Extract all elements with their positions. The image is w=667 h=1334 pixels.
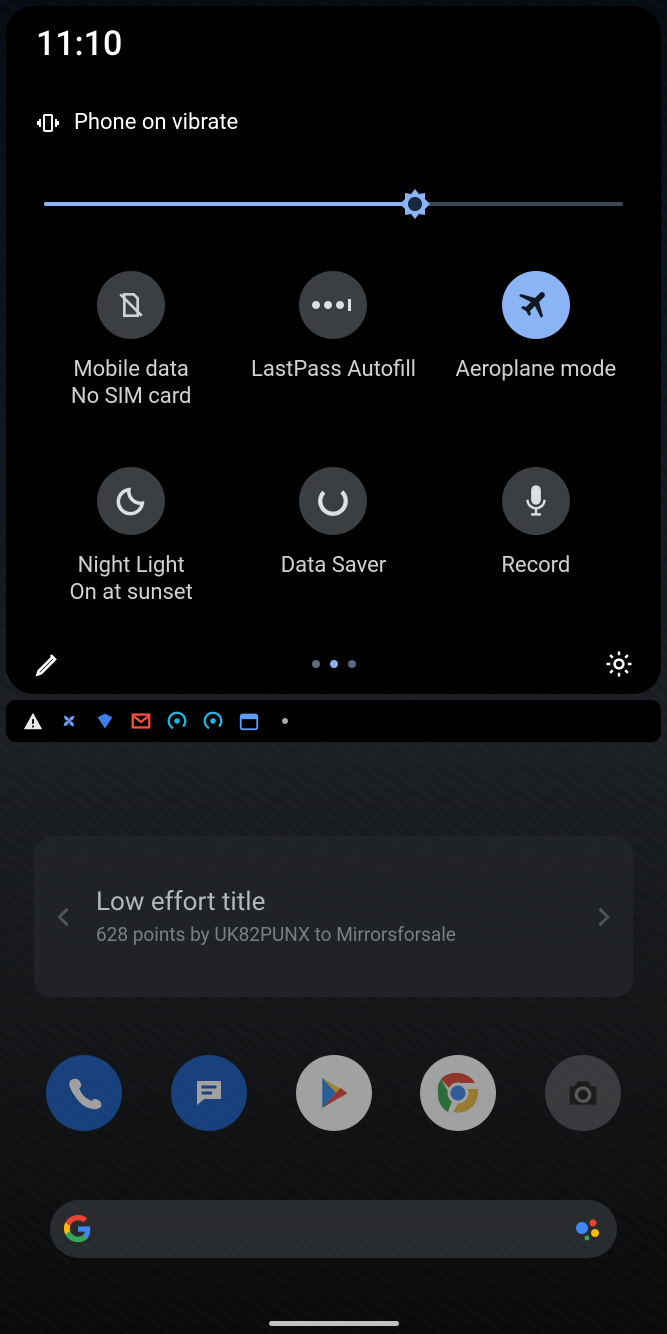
- notification-row[interactable]: Phone on vibrate: [36, 110, 637, 135]
- pencil-icon: [34, 650, 62, 678]
- tile-night-light[interactable]: Night Light On at sunset: [30, 467, 232, 605]
- tile-record[interactable]: Record: [435, 467, 637, 605]
- brightness-slider[interactable]: [44, 189, 623, 219]
- tile-label: Night Light: [78, 553, 185, 578]
- settings-button[interactable]: [601, 646, 637, 682]
- tile-label: Aeroplane mode: [455, 357, 616, 382]
- tile-label: Record: [501, 553, 570, 578]
- news-widget[interactable]: Low effort title 628 points by UK82PUNX …: [34, 836, 633, 997]
- chevron-right-icon[interactable]: [589, 903, 617, 931]
- page-dot: [312, 660, 320, 668]
- status-time: 11:10: [36, 24, 637, 64]
- app-dock: [46, 1055, 621, 1131]
- tile-aeroplane-mode[interactable]: Aeroplane mode: [435, 271, 637, 409]
- dock-app-play-store[interactable]: [296, 1055, 372, 1131]
- dock-app-chrome[interactable]: [420, 1055, 496, 1131]
- microphone-icon: [523, 484, 549, 518]
- chrome-icon: [434, 1069, 482, 1117]
- notification-icon-bar[interactable]: [6, 700, 661, 742]
- page-dot: [330, 660, 338, 668]
- brightness-thumb-icon[interactable]: [398, 187, 432, 221]
- gesture-nav-pill[interactable]: [269, 1321, 399, 1326]
- page-dot: [348, 660, 356, 668]
- no-sim-icon: [115, 289, 147, 321]
- tile-label: Mobile data: [73, 357, 188, 382]
- tile-mobile-data[interactable]: Mobile data No SIM card: [30, 271, 232, 409]
- vibrate-icon: [36, 111, 60, 135]
- tile-sub: On at sunset: [70, 580, 193, 605]
- moon-icon: [114, 484, 148, 518]
- airplane-icon: [519, 288, 553, 322]
- calendar-icon: [238, 710, 260, 732]
- widget-subtitle: 628 points by UK82PUNX to Mirrorsforsale: [96, 923, 589, 946]
- data-saver-icon: [316, 484, 350, 518]
- messages-icon: [191, 1075, 227, 1111]
- widget-title: Low effort title: [96, 887, 589, 917]
- assistant-icon[interactable]: [573, 1214, 603, 1244]
- gear-icon: [604, 649, 634, 679]
- page-indicator: [312, 660, 356, 668]
- tile-label: LastPass Autofill: [251, 357, 416, 382]
- tile-button[interactable]: [97, 271, 165, 339]
- chevron-left-icon[interactable]: [50, 903, 78, 931]
- edit-tiles-button[interactable]: [30, 646, 66, 682]
- tile-button[interactable]: [299, 271, 367, 339]
- slider-fill: [44, 202, 415, 206]
- warning-icon: [22, 710, 44, 732]
- tile-label: Data Saver: [281, 553, 387, 578]
- tile-sub: No SIM card: [71, 384, 192, 409]
- tile-button[interactable]: [502, 271, 570, 339]
- podcast-icon: [202, 710, 224, 732]
- dock-app-camera[interactable]: [545, 1055, 621, 1131]
- dock-app-messages[interactable]: [171, 1055, 247, 1131]
- tile-button[interactable]: [299, 467, 367, 535]
- notification-text: Phone on vibrate: [74, 110, 238, 135]
- play-store-icon: [314, 1073, 354, 1113]
- tile-button[interactable]: [97, 467, 165, 535]
- tile-button[interactable]: [502, 467, 570, 535]
- password-dots-icon: [310, 297, 356, 313]
- phone-icon: [65, 1074, 103, 1112]
- gmail-icon: [130, 710, 152, 732]
- more-notifications-dot: [282, 718, 288, 724]
- tile-data-saver[interactable]: Data Saver: [232, 467, 434, 605]
- google-g-icon: [64, 1215, 92, 1243]
- tile-lastpass-autofill[interactable]: LastPass Autofill: [232, 271, 434, 409]
- camera-icon: [563, 1073, 603, 1113]
- dock-app-phone[interactable]: [46, 1055, 122, 1131]
- quick-settings-tiles: Mobile data No SIM card LastPass Autofil…: [30, 271, 637, 605]
- quick-settings-panel: 11:10 Phone on vibrate Mobile data No SI…: [6, 6, 661, 694]
- podcast-icon: [166, 710, 188, 732]
- quick-settings-footer: [30, 646, 637, 682]
- google-search-bar[interactable]: [50, 1200, 617, 1258]
- files-icon: [94, 710, 116, 732]
- pinwheel-icon: [58, 710, 80, 732]
